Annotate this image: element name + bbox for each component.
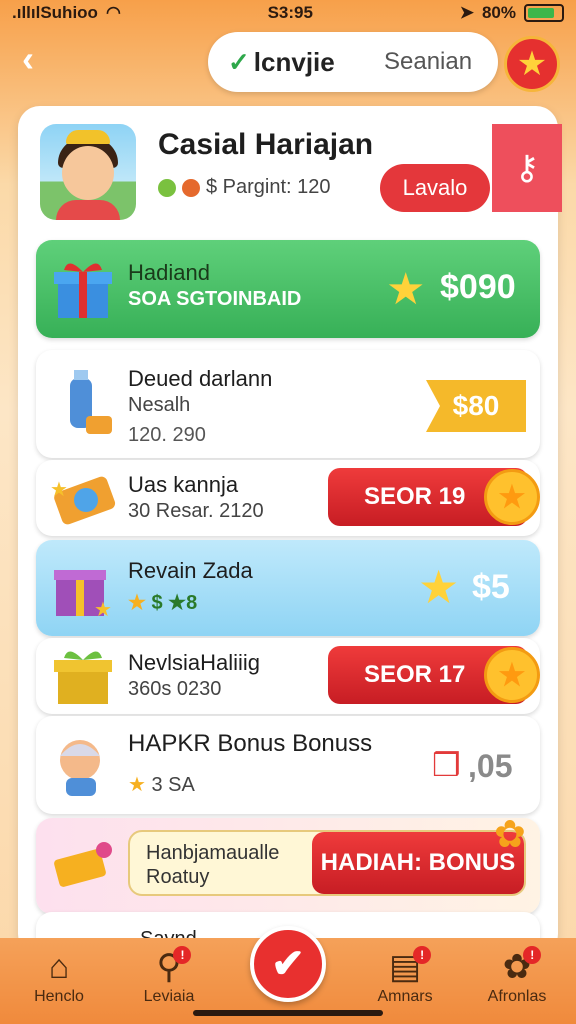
row-subtitle: Nesalh bbox=[128, 394, 191, 416]
nav-home[interactable]: ⌂ Henclo bbox=[4, 946, 114, 1006]
claim-button[interactable]: SEOR 17 ★ bbox=[328, 646, 540, 704]
character-icon bbox=[50, 732, 116, 798]
row-subtitle: SOA SGTOINBAID bbox=[128, 288, 302, 310]
battery-percent: 80% bbox=[481, 3, 516, 22]
reward-row-gift[interactable]: ★ Revain Zada ★ $ ★8 ★ $5 bbox=[36, 540, 540, 636]
search-icon: ⚲! bbox=[157, 946, 192, 988]
gem-icon bbox=[158, 178, 176, 197]
check-icon: ✔ bbox=[271, 942, 305, 986]
nav-inbox[interactable]: ▤! Amnars bbox=[350, 946, 460, 1006]
inbox-icon: ▤! bbox=[389, 946, 432, 988]
nav-search[interactable]: ⚲! Leviaia bbox=[114, 946, 224, 1006]
row-subtitle: 360s 0230 bbox=[128, 678, 222, 700]
bottle-icon bbox=[50, 368, 116, 434]
location-icon: ➤ bbox=[459, 3, 474, 22]
tab-active[interactable]: ✓ lcnvjie bbox=[208, 47, 358, 78]
profile-card: Casial Hariajan $ Pargint: 120 Lavalo ⚷ bbox=[40, 124, 562, 224]
back-button[interactable]: ‹ bbox=[22, 41, 56, 78]
key-icon: ⚷ bbox=[514, 149, 540, 187]
key-button[interactable]: ⚷ bbox=[492, 124, 562, 212]
reward-row-box[interactable]: NevlsiaHaliiig 360s 0230 SEOR 17 ★ bbox=[36, 638, 540, 714]
gift-box-icon bbox=[50, 644, 116, 710]
row-title: Revain Zada bbox=[128, 558, 253, 583]
star-icon: ★ bbox=[386, 265, 426, 314]
status-bar: .ıllılSuhioo ◠ S3:95 ➤ 80% bbox=[0, 0, 576, 26]
home-indicator bbox=[193, 1010, 383, 1016]
battery-icon bbox=[523, 4, 564, 22]
bonus-banner[interactable]: Hanbjamaualle Roatuy HADIAH: BONUS ✿ bbox=[36, 814, 540, 914]
settings-icon: ✿! bbox=[503, 946, 542, 988]
carrier-label: .ıllılSuhioo bbox=[12, 3, 98, 22]
row-subtitle: ★ $ ★8 bbox=[128, 592, 198, 614]
app-header: ‹ ✓ lcnvjie Seanian ★ bbox=[0, 30, 576, 100]
profile-stat: $ Pargint: 120 bbox=[158, 176, 331, 199]
bonus-box: Hanbjamaualle Roatuy HADIAH: BONUS bbox=[128, 830, 526, 896]
row-meta: 120. 290 bbox=[128, 424, 206, 446]
star-icon: ★ bbox=[418, 561, 460, 613]
price-tag[interactable]: $80 bbox=[426, 380, 526, 432]
coin-star-icon: ★ bbox=[484, 647, 540, 703]
wifi-icon: ◠ bbox=[105, 3, 121, 22]
row-subtitle: ★ 3 SA bbox=[128, 774, 195, 796]
reward-row-bottle[interactable]: Deued darlann Nesalh 120. 290 $80 bbox=[36, 350, 540, 458]
home-icon: ⌂ bbox=[48, 948, 70, 986]
gift-box-icon bbox=[50, 256, 116, 322]
main-action-button[interactable]: ✔ bbox=[250, 926, 326, 1002]
coupon-icon bbox=[50, 834, 116, 900]
row-title: Deued darlann bbox=[128, 366, 273, 391]
svg-text:★: ★ bbox=[50, 479, 68, 501]
star-icon: ★ bbox=[516, 45, 548, 83]
main-panel: Casial Hariajan $ Pargint: 120 Lavalo ⚷ … bbox=[18, 106, 562, 956]
claim-button[interactable]: SEOR 19 ★ bbox=[328, 468, 540, 526]
reward-amount: $090 bbox=[440, 268, 516, 306]
favorites-button[interactable]: ★ bbox=[504, 36, 560, 92]
present-icon: ★ bbox=[50, 556, 116, 622]
bonus-line-2: Roatuy bbox=[146, 866, 210, 888]
nav-settings[interactable]: ✿! Afronlas bbox=[462, 946, 572, 1006]
level-button[interactable]: Lavalo bbox=[380, 164, 490, 212]
avatar[interactable] bbox=[40, 124, 136, 220]
bonus-line-1: Hanbjamaualle bbox=[146, 842, 280, 864]
reward-row-bonus[interactable]: HAPKR Bonus Bonuss ★ 3 SA ❒ ,05 bbox=[36, 716, 540, 814]
row-title: Uas kannja bbox=[128, 472, 239, 497]
coin-star-icon: ★ bbox=[484, 469, 540, 525]
reward-row-ticket[interactable]: ★ Uas kannja 30 Resar. 2120 SEOR 19 ★ bbox=[36, 460, 540, 536]
row-title: HAPKR Bonus Bonuss bbox=[128, 730, 373, 757]
clock: S3:95 bbox=[267, 3, 313, 22]
ticket-icon: ★ bbox=[50, 466, 116, 532]
bonus-button[interactable]: HADIAH: BONUS bbox=[312, 832, 524, 894]
row-title: Hadiand bbox=[128, 260, 210, 285]
profile-name: Casial Hariajan bbox=[158, 128, 374, 161]
tab-other[interactable]: Seanian bbox=[358, 48, 472, 76]
reward-row-daily[interactable]: Hadiand SOA SGTOINBAID ★ $090 bbox=[36, 240, 540, 338]
segment-control: ✓ lcnvjie Seanian bbox=[208, 32, 498, 92]
row-subtitle: 30 Resar. 2120 bbox=[128, 500, 264, 522]
row-title: NevlsiaHaliiig bbox=[128, 650, 261, 675]
reward-amount: ,05 bbox=[468, 748, 513, 784]
coin-icon bbox=[182, 178, 200, 197]
reward-amount: $5 bbox=[472, 568, 510, 606]
ribbon-bow-icon: ✿ bbox=[494, 814, 526, 856]
gift-icon: ❒ bbox=[432, 747, 461, 783]
check-icon: ✓ bbox=[228, 46, 250, 77]
svg-text:★: ★ bbox=[94, 599, 112, 621]
